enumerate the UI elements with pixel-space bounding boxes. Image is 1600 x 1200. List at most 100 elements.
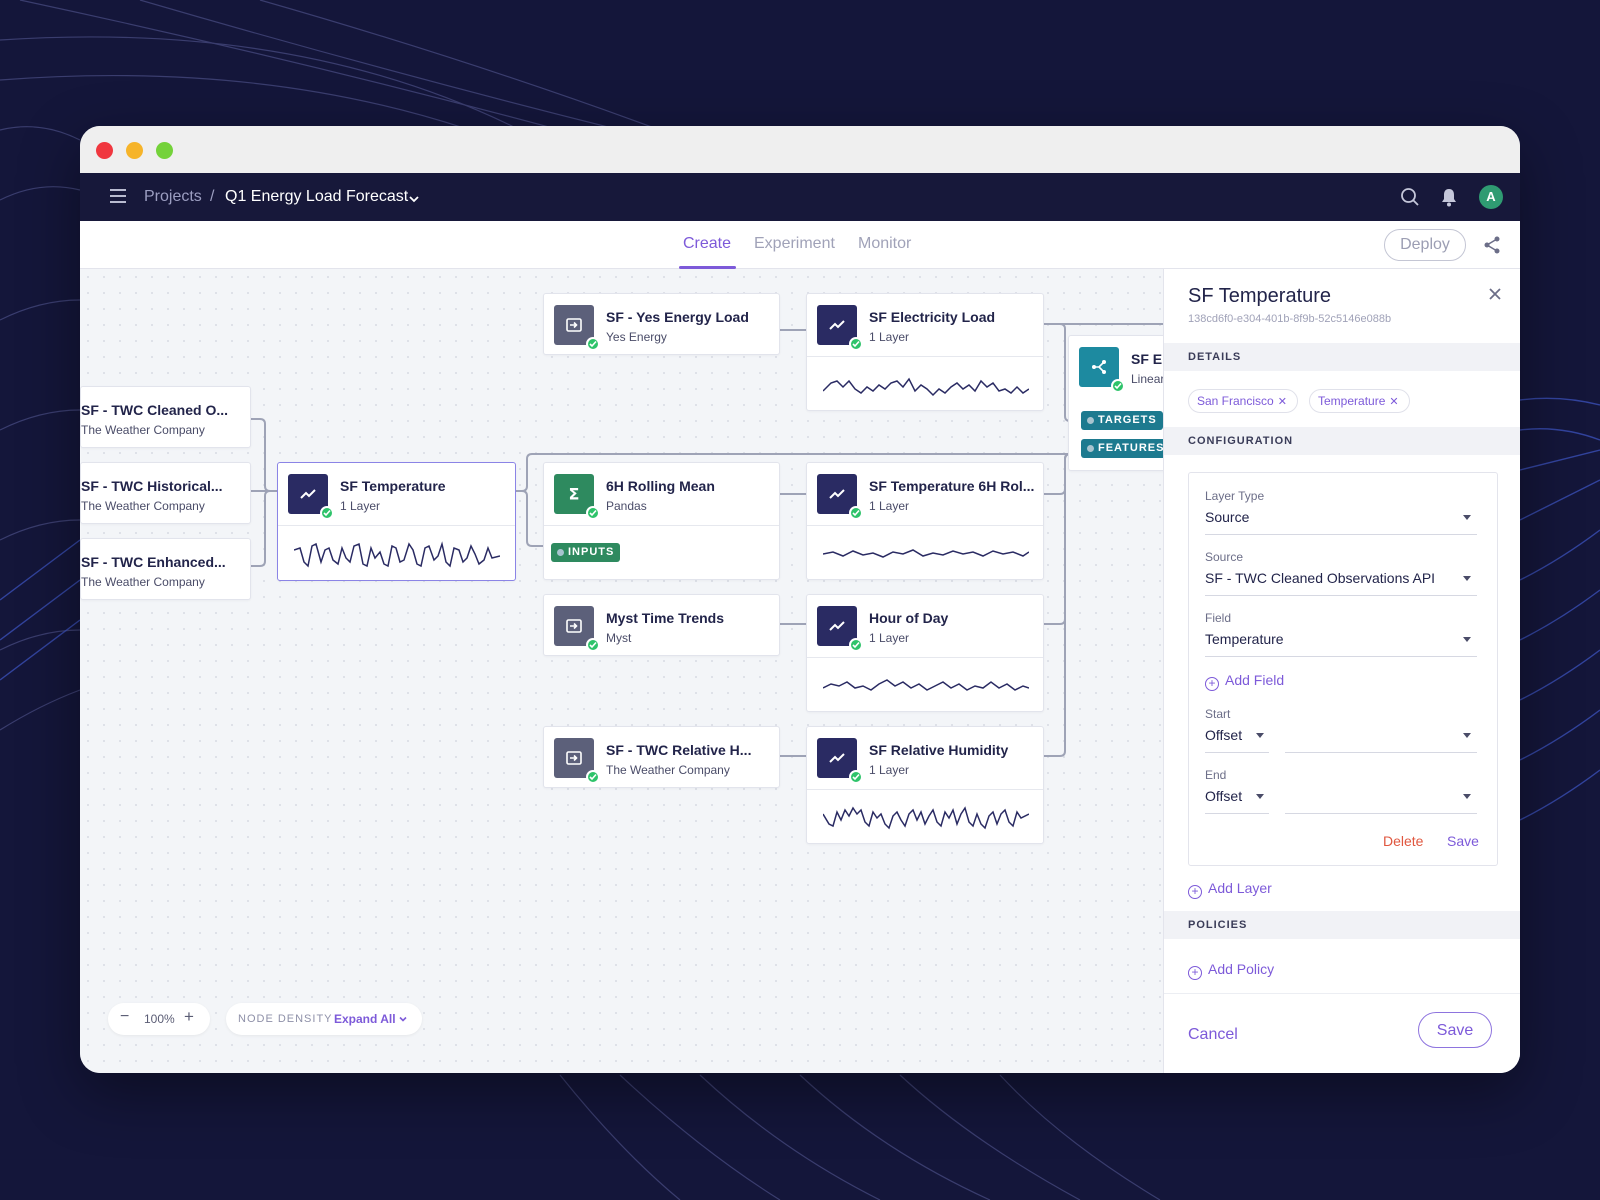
plus-circle-icon: + xyxy=(1188,966,1202,980)
chevron-down-icon[interactable] xyxy=(398,1014,408,1024)
node-twc-historical[interactable]: SF - TWC Historical... The Weather Compa… xyxy=(80,462,251,524)
node-myst-time-trends[interactable]: Myst Time Trends Myst xyxy=(543,594,780,656)
breadcrumb-project-name[interactable]: Q1 Energy Load Forecast xyxy=(225,188,408,206)
configuration-section-header: CONFIGURATION xyxy=(1164,427,1520,455)
sparkline xyxy=(807,525,1043,579)
node-density-value[interactable]: Expand All xyxy=(334,1012,396,1026)
user-avatar[interactable]: A xyxy=(1479,185,1503,209)
remove-tag-icon[interactable]: ✕ xyxy=(1389,396,1398,408)
cancel-button[interactable]: Cancel xyxy=(1188,1026,1238,1044)
share-icon[interactable] xyxy=(1482,235,1502,255)
zoom-in-button[interactable]: + xyxy=(184,1007,194,1027)
tag-chip[interactable]: San Francisco ✕ xyxy=(1188,389,1298,413)
features-port[interactable]: FEATURES xyxy=(1081,439,1163,458)
node-twc-cleaned[interactable]: SF - TWC Cleaned O... The Weather Compan… xyxy=(80,386,251,448)
node-title: SF - TWC Relative H... xyxy=(606,742,752,758)
end-offset-select[interactable]: Offset xyxy=(1205,788,1242,804)
panel-footer: Cancel Save xyxy=(1164,993,1520,1073)
tab-monitor[interactable]: Monitor xyxy=(858,235,911,253)
dropdown-caret-icon[interactable] xyxy=(1256,733,1264,738)
node-title: SF - TWC Cleaned O... xyxy=(81,402,229,418)
node-density-control[interactable]: NODE DENSITY Expand All xyxy=(226,1003,422,1035)
layer-type-select[interactable]: Source xyxy=(1205,509,1249,525)
window-close-button[interactable] xyxy=(96,142,113,159)
chevron-down-icon[interactable] xyxy=(408,193,420,205)
node-sf-electricity-load[interactable]: SF Electricity Load 1 Layer xyxy=(806,293,1044,411)
save-layer-button[interactable]: Save xyxy=(1447,833,1479,849)
zoom-out-button[interactable]: − xyxy=(120,1008,129,1026)
add-policy-button[interactable]: + Add Policy xyxy=(1188,961,1274,980)
source-select[interactable]: SF - TWC Cleaned Observations API xyxy=(1205,570,1435,586)
node-title: SF Temperature 6H Rol... xyxy=(869,478,1035,494)
success-check-icon xyxy=(320,506,334,520)
tab-create[interactable]: Create xyxy=(683,235,731,253)
node-title: SF - Yes Energy Load xyxy=(606,309,749,325)
trend-icon xyxy=(817,474,863,520)
dropdown-caret-icon[interactable] xyxy=(1463,576,1471,581)
node-title: SF Relative Humidity xyxy=(869,742,1009,758)
success-check-icon xyxy=(849,506,863,520)
success-check-icon xyxy=(586,770,600,784)
node-twc-relative-h[interactable]: SF - TWC Relative H... The Weather Compa… xyxy=(543,726,780,788)
start-offset-select[interactable]: Offset xyxy=(1205,727,1242,743)
remove-tag-icon[interactable]: ✕ xyxy=(1278,396,1287,408)
node-title: 6H Rolling Mean xyxy=(606,478,715,494)
plus-circle-icon: + xyxy=(1188,885,1202,899)
window-maximize-button[interactable] xyxy=(156,142,173,159)
node-hour-of-day[interactable]: Hour of Day 1 Layer xyxy=(806,594,1044,712)
node-subtitle: 1 Layer xyxy=(869,631,910,645)
success-check-icon xyxy=(586,638,600,652)
close-icon[interactable] xyxy=(1488,287,1502,301)
field-label: Field xyxy=(1205,611,1232,625)
zoom-level: 100% xyxy=(144,1012,175,1026)
node-yes-energy-load[interactable]: SF - Yes Energy Load Yes Energy xyxy=(543,293,780,355)
node-title: SF Temperature xyxy=(340,478,446,494)
search-icon[interactable] xyxy=(1400,187,1420,207)
trend-icon xyxy=(817,606,863,652)
add-field-button[interactable]: + Add Field xyxy=(1205,672,1284,691)
node-subtitle: Yes Energy xyxy=(606,330,667,344)
node-sf-temperature-6h-roll[interactable]: SF Temperature 6H Rol... 1 Layer xyxy=(806,462,1044,580)
node-sf-relative-humidity[interactable]: SF Relative Humidity 1 Layer xyxy=(806,726,1044,844)
node-twc-enhanced[interactable]: SF - TWC Enhanced... The Weather Company xyxy=(80,538,251,600)
tab-bar: Create Experiment Monitor Deploy xyxy=(80,221,1520,269)
success-check-icon xyxy=(586,337,600,351)
end-value-dropdown[interactable] xyxy=(1463,794,1471,799)
breadcrumb-projects[interactable]: Projects xyxy=(144,188,202,206)
deploy-button[interactable]: Deploy xyxy=(1384,229,1466,261)
bell-icon[interactable] xyxy=(1440,187,1458,207)
inputs-port[interactable]: INPUTS xyxy=(551,543,621,562)
node-title: Hour of Day xyxy=(869,610,949,626)
pipeline-canvas[interactable]: SF - TWC Cleaned O... The Weather Compan… xyxy=(80,269,1163,1073)
layer-type-label: Layer Type xyxy=(1205,489,1265,503)
save-button[interactable]: Save xyxy=(1418,1012,1492,1048)
field-select[interactable]: Temperature xyxy=(1205,631,1284,647)
panel-node-id: 138cd6f0-e304-401b-8f9b-52c5146e088b xyxy=(1188,313,1392,325)
add-layer-button[interactable]: + Add Layer xyxy=(1188,880,1272,899)
node-6h-rolling-mean[interactable]: Σ 6H Rolling Mean Pandas xyxy=(543,462,780,580)
node-subtitle: The Weather Company xyxy=(81,499,205,513)
tag-chip[interactable]: Temperature ✕ xyxy=(1309,389,1410,413)
success-check-icon xyxy=(1111,379,1125,393)
breadcrumb-separator: / xyxy=(210,188,215,205)
dropdown-caret-icon[interactable] xyxy=(1256,794,1264,799)
layer-details-panel: SF Temperature 138cd6f0-e304-401b-8f9b-5… xyxy=(1163,269,1520,1073)
dropdown-caret-icon[interactable] xyxy=(1463,637,1471,642)
menu-icon[interactable] xyxy=(110,189,126,203)
tag-label: San Francisco xyxy=(1197,394,1274,408)
node-title: SF - TWC Historical... xyxy=(81,478,223,494)
dropdown-caret-icon[interactable] xyxy=(1463,515,1471,520)
source-input-icon xyxy=(554,738,600,784)
node-sf-temperature[interactable]: SF Temperature 1 Layer xyxy=(277,462,516,581)
node-subtitle: Pandas xyxy=(606,499,647,513)
success-check-icon xyxy=(586,506,600,520)
details-section-header: DETAILS xyxy=(1164,343,1520,371)
delete-layer-button[interactable]: Delete xyxy=(1383,833,1423,849)
start-value-dropdown[interactable] xyxy=(1463,733,1471,738)
tab-experiment[interactable]: Experiment xyxy=(754,235,835,253)
sigma-icon: Σ xyxy=(554,474,600,520)
sparkline xyxy=(278,525,515,580)
window-minimize-button[interactable] xyxy=(126,142,143,159)
plus-circle-icon: + xyxy=(1205,677,1219,691)
targets-port[interactable]: TARGETS xyxy=(1081,411,1163,430)
